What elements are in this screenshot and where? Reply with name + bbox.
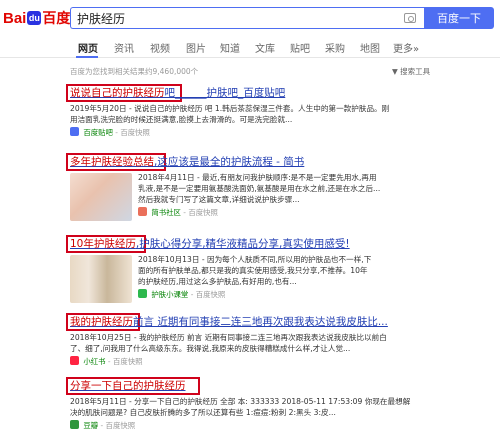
tab-zhidao[interactable]: 知道 <box>220 40 240 55</box>
filter-icon: ▼ <box>392 67 398 76</box>
search-result: 多年护肤经验总结,这应该是最全的护肤流程 - 简书 2018年4月11日 - 最… <box>70 155 430 221</box>
paw-icon: du <box>27 11 42 25</box>
source-name[interactable]: 简书社区 <box>151 208 181 217</box>
snippet-line: 2018年5月11日 - 分享一下自己的护肤经历 全部 本: 333333 20… <box>70 397 411 406</box>
result-source: 百度贴吧 - 百度快照 <box>70 127 430 138</box>
result-title[interactable]: 分享一下自己的护肤经历 <box>70 379 430 393</box>
snapshot-link[interactable]: 百度快照 <box>106 421 136 430</box>
logo-bai: Bai <box>3 9 27 27</box>
active-tab-indicator <box>76 56 98 58</box>
title-rest: ,护肤心得分享,精华液精品分享,真实使用感受! <box>135 238 350 250</box>
snapshot-link[interactable]: 百度快照 <box>196 290 226 299</box>
result-title[interactable]: 说说自己的护肤经历吧______护肤吧_百度贴吧 <box>70 86 430 100</box>
tab-tieba[interactable]: 贴吧 <box>290 40 310 55</box>
title-highlight: 多年护肤经验总结 <box>70 156 154 168</box>
tab-more[interactable]: 更多» <box>393 40 419 55</box>
result-snippet: 2018年5月11日 - 分享一下自己的护肤经历 全部 本: 333333 20… <box>70 396 430 418</box>
result-count: 百度为您找到相关结果约9,460,000个 <box>70 67 199 76</box>
result-source: 豆瓣 - 百度快照 <box>70 420 430 431</box>
jianshu-icon <box>138 207 147 216</box>
snippet-line: 然后我就专门写了这篇文章,详细说说护肤步骤... <box>138 195 300 204</box>
title-rest: 前言 近期有同事接二连三地再次跟我表达说我皮肤比... <box>133 316 388 328</box>
source-name[interactable]: 小红书 <box>83 357 105 366</box>
search-button[interactable]: 百度一下 <box>424 7 494 29</box>
snippet-line: 的护肤经历,用过这么多护肤品,有好用的,也有... <box>138 277 297 286</box>
search-tools[interactable]: ▼ 搜索工具 <box>392 66 430 77</box>
result-thumbnail[interactable] <box>70 255 132 303</box>
result-title[interactable]: 多年护肤经验总结,这应该是最全的护肤流程 - 简书 <box>70 155 430 169</box>
snippet-line: 2019年5月20日 - 说说自己的护肤经历 吧 1.韩后茶蕊保湿三件套。人生中… <box>70 104 390 113</box>
title-rest: 吧______护肤吧_百度贴吧 <box>164 87 286 99</box>
search-input[interactable] <box>77 11 377 25</box>
snapshot-link[interactable]: 百度快照 <box>188 208 218 217</box>
snippet-line: 决的肌肤问题是? 自己皮肤折腾的多了所以还算有些 1:痘痘:粉刺 2:黑头 3:… <box>70 408 336 417</box>
snippet-line: 乳液,是不是一定要用氨基酸洗面奶,氨基酸是用在水之前,还是在水之后... <box>138 184 381 193</box>
snippet-line: 面的所有护肤单品,都只是我的真实使用感受,我只分享,不推荐。10年 <box>138 266 368 275</box>
tab-caigou[interactable]: 采购 <box>325 40 345 55</box>
result-title[interactable]: 我的护肤经历前言 近期有同事接二连三地再次跟我表达说我皮肤比... <box>70 315 430 329</box>
search-tabs: 网页 资讯 视频 图片 知道 文库 贴吧 采购 地图 更多» <box>0 36 500 58</box>
snippet-line: 用洁面乳洗完脸的时候还挺满意,脸摸上去滑滑的。可是洗完脸就... <box>70 115 293 124</box>
xiaohongshu-icon <box>70 356 79 365</box>
search-result: 我的护肤经历前言 近期有同事接二连三地再次跟我表达说我皮肤比... 2018年1… <box>70 315 430 367</box>
result-snippet: 2019年5月20日 - 说说自己的护肤经历 吧 1.韩后茶蕊保湿三件套。人生中… <box>70 103 430 125</box>
result-snippet: 2018年4月11日 - 最近,有朋友问我护肤顺序:是不是一定要先用水,再用 乳… <box>138 172 430 205</box>
result-source: 护肤小课堂 - 百度快照 <box>138 289 430 300</box>
search-box[interactable] <box>70 7 424 29</box>
snippet-line: 了、细了,问我用了什么高级东东。我得说,我原来的皮肤得糟糕成什么样,才让人觉..… <box>70 344 351 353</box>
source-name[interactable]: 豆瓣 <box>83 421 98 430</box>
snapshot-link[interactable]: 百度快照 <box>120 128 150 137</box>
skincare-class-icon <box>138 289 147 298</box>
camera-icon[interactable] <box>404 13 416 23</box>
tab-map[interactable]: 地图 <box>360 40 380 55</box>
tab-video[interactable]: 视频 <box>150 40 170 55</box>
result-snippet: 2018年10月25日 - 我的护肤经历 前言 近期有同事接二连三地再次跟我表达… <box>70 332 430 354</box>
snippet-line: 2018年4月11日 - 最近,有朋友问我护肤顺序:是不是一定要先用水,再用 <box>138 173 377 182</box>
douban-icon <box>70 420 79 429</box>
result-snippet: 2018年10月13日 - 因为每个人肤质不同,所以用的护肤品也不一样,下 面的… <box>138 254 430 287</box>
result-source: 简书社区 - 百度快照 <box>138 207 430 218</box>
title-highlight: 我的护肤经历 <box>70 316 133 328</box>
tab-wenku[interactable]: 文库 <box>255 40 275 55</box>
tieba-icon <box>70 127 79 136</box>
search-result: 说说自己的护肤经历吧______护肤吧_百度贴吧 2019年5月20日 - 说说… <box>70 86 430 138</box>
result-source: 小红书 - 百度快照 <box>70 356 430 367</box>
source-name[interactable]: 护肤小课堂 <box>151 290 188 299</box>
result-title[interactable]: 10年护肤经历,护肤心得分享,精华液精品分享,真实使用感受! <box>70 237 430 251</box>
tab-web[interactable]: 网页 <box>78 40 98 55</box>
baidu-logo[interactable]: Bai du 百度 <box>3 8 70 28</box>
search-result: 分享一下自己的护肤经历 2018年5月11日 - 分享一下自己的护肤经历 全部 … <box>70 379 430 431</box>
tab-images[interactable]: 图片 <box>186 40 206 55</box>
title-highlight: 10年护肤经历 <box>70 238 136 250</box>
header: Bai du 百度 百度一下 <box>0 0 500 36</box>
logo-du: 百度 <box>42 11 71 27</box>
snippet-line: 2018年10月25日 - 我的护肤经历 前言 近期有同事接二连三地再次跟我表达… <box>70 333 387 342</box>
title-rest: ,这应该是最全的护肤流程 - 简书 <box>154 156 305 168</box>
search-result: 10年护肤经历,护肤心得分享,精华液精品分享,真实使用感受! 2018年10月1… <box>70 237 430 303</box>
snapshot-link[interactable]: 百度快照 <box>113 357 143 366</box>
source-name[interactable]: 百度贴吧 <box>83 128 113 137</box>
title-highlight: 分享一下自己的护肤经历 <box>70 380 186 392</box>
result-thumbnail[interactable] <box>70 173 132 221</box>
snippet-line: 2018年10月13日 - 因为每个人肤质不同,所以用的护肤品也不一样,下 <box>138 255 372 264</box>
tab-news[interactable]: 资讯 <box>114 40 134 55</box>
search-tools-label: 搜索工具 <box>400 67 431 76</box>
title-highlight: 说说自己的护肤经历 <box>70 87 165 99</box>
